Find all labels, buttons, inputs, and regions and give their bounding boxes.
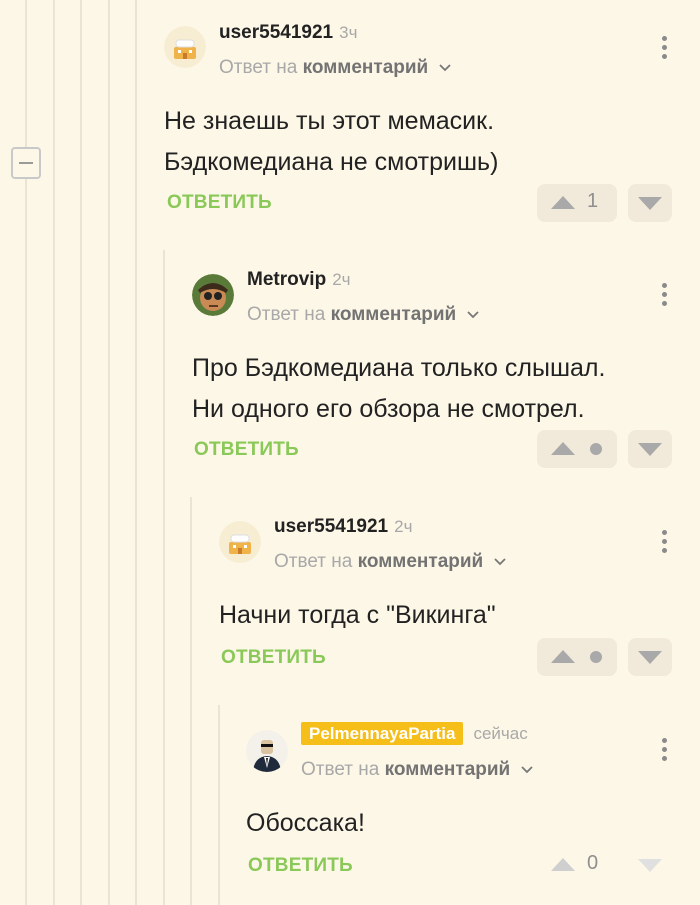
- more-vertical-icon[interactable]: [661, 738, 669, 764]
- vote-up-button[interactable]: 0: [537, 846, 617, 884]
- reply-to-link[interactable]: комментарий: [385, 759, 511, 780]
- author-badge[interactable]: PelmennayaPartia: [301, 722, 464, 745]
- reply-prefix: Ответ на: [301, 759, 380, 780]
- comment-author[interactable]: PelmennayaPartia сейчас: [301, 722, 528, 745]
- comment-text: Обоссака!: [246, 803, 365, 844]
- triangle-down-icon: [638, 859, 662, 872]
- user-avatar-icon: [246, 730, 288, 772]
- triangle-up-icon: [551, 858, 575, 871]
- rating-score: 0: [587, 852, 599, 874]
- avatar[interactable]: [246, 730, 288, 772]
- comment: PelmennayaPartia сейчас Ответ на коммента…: [0, 0, 700, 905]
- comment-text-line: Обоссака!: [246, 809, 365, 837]
- reply-button[interactable]: ОТВЕТИТЬ: [248, 855, 353, 877]
- chevron-down-icon: [520, 766, 533, 774]
- reply-to-info[interactable]: Ответ на комментарий: [301, 759, 534, 781]
- comment-time: сейчас: [473, 724, 528, 743]
- vote-down-button[interactable]: [628, 846, 672, 884]
